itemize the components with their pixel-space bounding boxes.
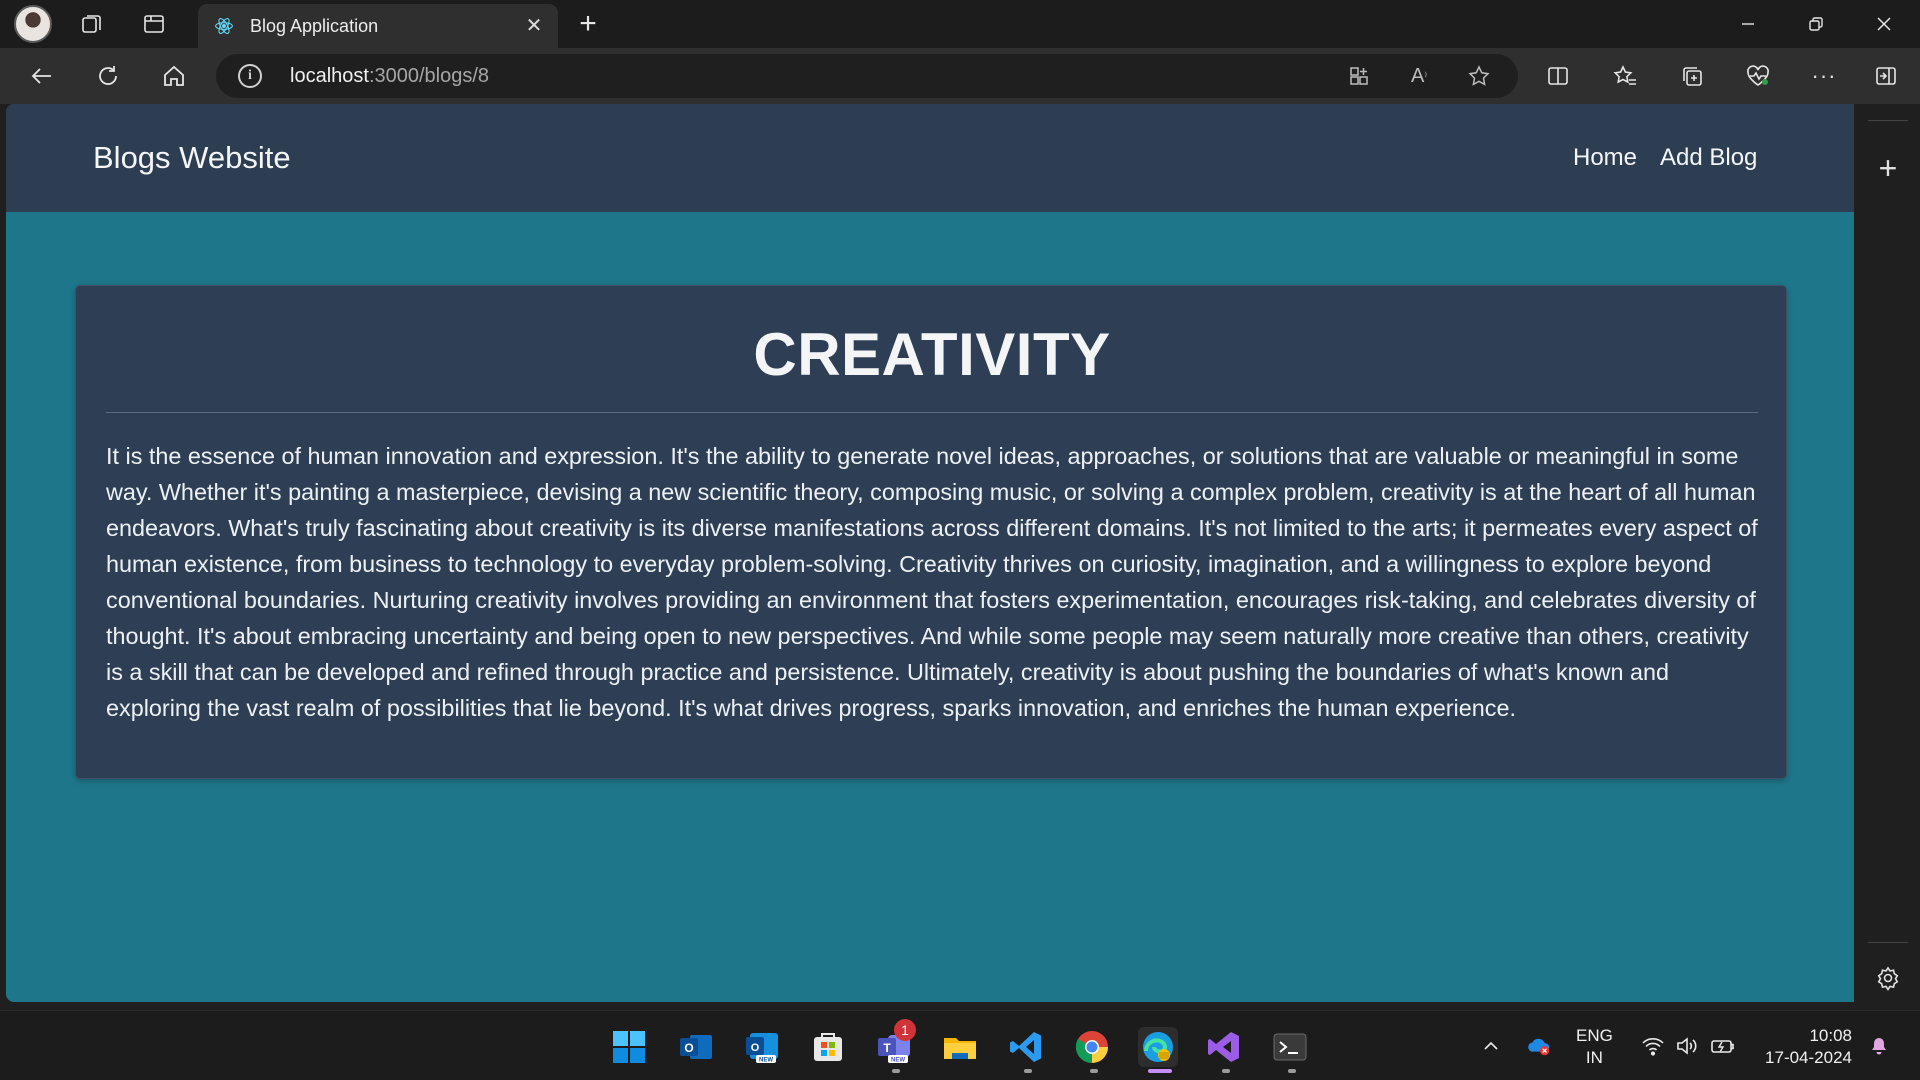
clock-time: 10:08 [1809,1026,1852,1045]
svg-text:O: O [684,1041,693,1055]
title-divider [106,412,1758,413]
outlook-new-icon[interactable]: O NEW [742,1027,782,1067]
onedrive-error-icon[interactable] [1526,1033,1552,1059]
terminal-running-indicator [1288,1069,1296,1073]
clock-date: 17-04-2024 [1765,1048,1852,1067]
input-language-indicator[interactable]: ENG IN [1576,1025,1613,1069]
collections-icon[interactable] [1674,58,1710,94]
site-header: Blogs Website Home Add Blog [6,104,1854,212]
tab-blog-application[interactable]: Blog Application ✕ [198,4,558,48]
blog-post-card: CREATIVITY It is the essence of human in… [75,285,1787,779]
terminal-icon[interactable] [1270,1027,1310,1067]
address-bar[interactable]: i localhost:3000/blogs/8 A ⁾ [216,54,1518,98]
teams-running-indicator [892,1069,900,1073]
battery-charging-icon[interactable] [1710,1033,1736,1059]
restore-button[interactable] [1782,0,1850,48]
tab-close-icon[interactable]: ✕ [522,14,546,38]
home-button[interactable] [156,58,192,94]
vscode-running-indicator [1024,1069,1032,1073]
close-window-button[interactable] [1850,0,1918,48]
wifi-icon[interactable] [1640,1033,1666,1059]
outlook-icon[interactable]: O [676,1027,716,1067]
favorite-star-icon[interactable] [1466,63,1492,89]
post-title: CREATIVITY [753,321,1111,388]
edge-active-indicator [1148,1069,1172,1073]
nav-add-blog-link[interactable]: Add Blog [1660,144,1757,172]
post-body: It is the essence of human innovation an… [106,443,1758,721]
sidebar-divider [1868,942,1908,943]
settings-gear-icon[interactable] [1872,962,1904,994]
chrome-icon[interactable] [1072,1027,1112,1067]
sidebar-toggle-icon[interactable] [1868,58,1904,94]
read-aloud-icon[interactable]: A ⁾ [1406,63,1432,89]
microsoft-store-icon[interactable] [808,1027,848,1067]
svg-text:NEW: NEW [891,1058,905,1064]
favorites-icon[interactable] [1607,58,1643,94]
browser-essentials-icon[interactable] [1740,58,1776,94]
sidebar-divider [1868,120,1908,121]
vscode-icon[interactable] [1006,1027,1046,1067]
url-text: localhost:3000/blogs/8 [290,65,490,87]
browser-sidebar: + [1856,104,1920,1010]
visual-studio-icon[interactable] [1204,1027,1244,1067]
clock[interactable]: 10:08 17-04-2024 [1756,1025,1852,1069]
language-code: ENG [1576,1026,1613,1045]
sidebar-add-icon[interactable]: + [1872,152,1904,184]
browser-toolbar: i localhost:3000/blogs/8 A ⁾ ··· [0,48,1920,104]
back-button[interactable] [24,58,60,94]
nav-home-link[interactable]: Home [1573,144,1637,172]
region-code: IN [1585,1048,1603,1067]
edge-icon[interactable] [1138,1027,1178,1067]
teams-notification-badge: 1 [894,1019,916,1041]
windows-taskbar: O O NEW T NEW ENG IN 10:08 17-04-2024 [0,1010,1920,1080]
site-brand-link[interactable]: Blogs Website [93,140,291,176]
vs-running-indicator [1222,1069,1230,1073]
browser-tab-bar: Blog Application ✕ + [0,0,1920,48]
refresh-button[interactable] [90,58,126,94]
svg-text:O: O [751,1042,760,1054]
volume-icon[interactable] [1674,1033,1700,1059]
file-explorer-icon[interactable] [940,1027,980,1067]
page-viewport: Blogs Website Home Add Blog CREATIVITY I… [6,104,1854,1002]
react-icon [215,18,233,34]
svg-text:NEW: NEW [759,1058,773,1064]
split-screen-icon[interactable] [1540,58,1576,94]
tab-actions-icon[interactable] [136,6,172,42]
chrome-running-indicator [1090,1069,1098,1073]
notification-bell-icon[interactable] [1866,1033,1892,1059]
app-available-icon[interactable] [1346,63,1372,89]
show-hidden-icons-chevron-icon[interactable] [1478,1033,1504,1059]
workspaces-icon[interactable] [74,6,110,42]
site-info-icon[interactable]: i [238,64,262,88]
minimize-button[interactable] [1714,0,1782,48]
tab-title: Blog Application [250,16,379,36]
profile-avatar[interactable] [14,5,52,43]
new-tab-button[interactable]: + [570,6,606,42]
more-options-icon[interactable]: ··· [1806,58,1842,94]
start-windows-icon[interactable] [609,1027,649,1067]
svg-text:T: T [883,1041,891,1055]
